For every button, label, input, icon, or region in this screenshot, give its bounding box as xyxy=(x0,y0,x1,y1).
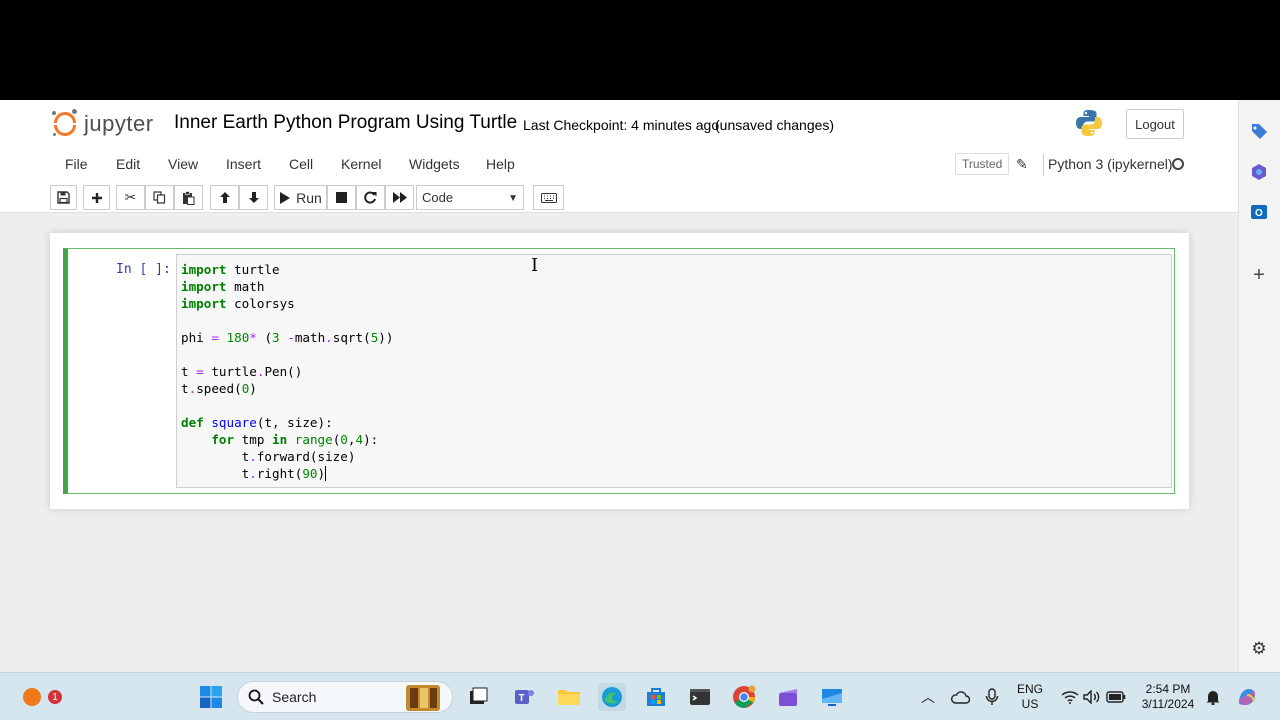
python-logo-icon xyxy=(1074,108,1104,138)
menu-edit[interactable]: Edit xyxy=(116,156,140,172)
menu-insert[interactable]: Insert xyxy=(226,156,261,172)
interrupt-button[interactable] xyxy=(327,185,356,210)
plus-icon xyxy=(91,192,102,203)
notification-bell-icon[interactable] xyxy=(1199,683,1227,711)
restart-button[interactable] xyxy=(356,185,385,210)
run-label: Run xyxy=(296,189,322,206)
battery-icon[interactable] xyxy=(1102,683,1130,711)
arrow-down-icon xyxy=(248,192,259,203)
jupyter-logo-text: jupyter xyxy=(84,111,154,136)
menu-view[interactable]: View xyxy=(168,156,198,172)
search-icon xyxy=(248,689,264,705)
start-windows-icon[interactable] xyxy=(197,683,225,711)
onedrive-cloud-icon[interactable] xyxy=(946,683,974,711)
unsaved-status: (unsaved changes) xyxy=(715,117,835,133)
arrow-up-icon xyxy=(219,192,230,203)
stop-icon xyxy=(336,192,347,203)
trusted-badge[interactable]: Trusted xyxy=(955,153,1010,175)
menu-bar: File Edit View Insert Cell Kernel Widget… xyxy=(50,150,1190,178)
keyboard-icon xyxy=(540,192,557,203)
run-button[interactable]: Run xyxy=(274,185,327,210)
menu-help[interactable]: Help xyxy=(486,156,515,172)
search-highlight-icon xyxy=(406,685,440,711)
kernel-idle-indicator-icon xyxy=(1172,158,1184,170)
clock[interactable]: 2:54 PM 3/11/2024 xyxy=(1133,682,1203,712)
search-label: Search xyxy=(272,689,317,705)
cell-prompt: In [ ]: xyxy=(116,262,171,277)
screen: jupyter Inner Earth Python Program Using… xyxy=(0,0,1280,720)
copy-button[interactable] xyxy=(145,185,174,210)
task-view-icon[interactable] xyxy=(464,683,492,711)
mouse-ibeam-cursor-icon: I xyxy=(531,255,539,276)
scissors-icon: ✂ xyxy=(124,189,137,205)
clock-date: 3/11/2024 xyxy=(1141,697,1195,711)
save-icon xyxy=(57,191,70,204)
windows-taskbar: 1 Search T ︿ ENG US 2:54 PM 3/11/2024 xyxy=(0,672,1280,720)
outlook-icon[interactable]: O xyxy=(1248,201,1270,223)
jupyter-page: jupyter Inner Earth Python Program Using… xyxy=(0,100,1238,672)
notebook-header: jupyter Inner Earth Python Program Using… xyxy=(0,100,1238,213)
checkpoint-status: Last Checkpoint: 4 minutes ago xyxy=(523,117,720,133)
menu-kernel[interactable]: Kernel xyxy=(341,156,381,172)
jupyter-logo-icon xyxy=(52,109,78,137)
kernel-divider xyxy=(1043,154,1044,176)
chrome-icon[interactable] xyxy=(730,683,758,711)
insert-cell-button[interactable] xyxy=(83,185,110,210)
svg-text:O: O xyxy=(1255,208,1263,219)
language-code: ENG xyxy=(1016,682,1043,696)
restart-icon xyxy=(364,191,377,204)
edge-browser-icon[interactable] xyxy=(598,683,626,711)
code-editor[interactable]: import turtle import math import colorsy… xyxy=(176,254,1172,488)
teams-icon[interactable]: T xyxy=(510,683,538,711)
logout-button[interactable]: Logout xyxy=(1126,109,1184,139)
cut-button[interactable]: ✂ xyxy=(116,185,145,210)
microsoft-store-icon[interactable] xyxy=(642,683,670,711)
tag-icon[interactable] xyxy=(1248,121,1270,143)
command-palette-button[interactable] xyxy=(533,185,564,210)
browser-window: jupyter Inner Earth Python Program Using… xyxy=(0,100,1280,672)
notebook-container: In [ ]: import turtle import math import… xyxy=(50,233,1189,509)
language-indicator[interactable]: ENG US xyxy=(1012,682,1048,712)
weather-widget-icon[interactable]: 1 xyxy=(18,683,62,711)
copy-icon xyxy=(153,191,166,204)
settings-gear-icon[interactable]: ⚙ xyxy=(1248,638,1270,660)
chevron-down-icon: ▼ xyxy=(508,193,518,204)
kernel-name[interactable]: Python 3 (ipykernel) xyxy=(1048,156,1173,172)
fast-forward-icon xyxy=(392,192,407,203)
copilot-icon[interactable] xyxy=(1248,161,1270,183)
cell-type-select[interactable]: Code ▼ xyxy=(416,185,524,210)
browser-sidebar: O + ⚙ xyxy=(1238,100,1280,672)
play-icon xyxy=(280,191,291,204)
move-down-button[interactable] xyxy=(239,185,268,210)
menu-file[interactable]: File xyxy=(65,156,88,172)
microphone-icon[interactable] xyxy=(978,683,1006,711)
move-up-button[interactable] xyxy=(210,185,239,210)
svg-text:T: T xyxy=(519,693,525,704)
copilot-taskbar-icon[interactable] xyxy=(1233,683,1261,711)
paste-button[interactable] xyxy=(174,185,203,210)
remote-desktop-icon[interactable] xyxy=(818,683,846,711)
menu-cell[interactable]: Cell xyxy=(289,156,313,172)
paste-icon xyxy=(183,190,195,205)
restart-run-all-button[interactable] xyxy=(385,185,414,210)
keyboard-region: US xyxy=(1021,697,1039,711)
notification-badge: 1 xyxy=(48,690,62,704)
terminal-icon[interactable] xyxy=(686,683,714,711)
code-cell[interactable]: In [ ]: import turtle import math import… xyxy=(63,248,1175,494)
save-button[interactable] xyxy=(50,185,77,210)
clock-time: 2:54 PM xyxy=(1145,682,1191,696)
file-explorer-icon[interactable] xyxy=(555,683,583,711)
chevron-up-icon[interactable]: ︿ xyxy=(914,683,942,711)
jupyter-logo[interactable]: jupyter xyxy=(52,109,154,139)
menu-widgets[interactable]: Widgets xyxy=(409,156,460,172)
cell-type-value: Code xyxy=(422,190,454,205)
taskbar-search[interactable]: Search xyxy=(237,681,453,713)
clipchamp-icon[interactable] xyxy=(774,683,802,711)
add-icon[interactable]: + xyxy=(1248,264,1270,286)
edit-pencil-icon[interactable]: ✎ xyxy=(1016,156,1028,173)
notebook-title[interactable]: Inner Earth Python Program Using Turtle xyxy=(174,112,517,134)
